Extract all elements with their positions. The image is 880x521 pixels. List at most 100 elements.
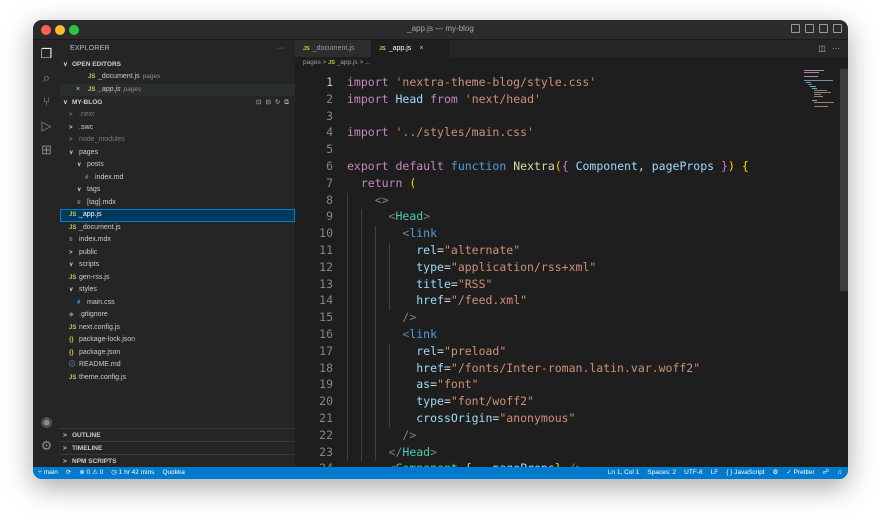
minimap[interactable] xyxy=(804,69,834,109)
project-section[interactable]: ∨ MY-BLOG ⊡ ⊟ ↻ ⧉ xyxy=(60,96,295,109)
extensions-icon[interactable]: ⊞ xyxy=(39,142,54,157)
code-line[interactable]: import '../styles/main.css' xyxy=(347,125,534,139)
toggle-sidebar-icon[interactable] xyxy=(791,24,800,33)
tree-file[interactable]: # index.md xyxy=(60,172,295,185)
tree-folder[interactable]: ∨ pages xyxy=(60,147,295,160)
timeline-section[interactable]: > TIMELINE xyxy=(60,441,295,454)
line-number: 19 xyxy=(319,377,333,392)
open-editor-item[interactable]: JS _document.js pages xyxy=(60,71,295,84)
more-actions-icon[interactable]: ··· xyxy=(832,44,840,53)
tree-folder[interactable]: ∨ tags xyxy=(60,184,295,197)
code-line[interactable]: import Head from 'next/head' xyxy=(347,92,541,106)
branch-status[interactable]: ⑂ main xyxy=(38,467,58,479)
collapse-all-icon[interactable]: ⧉ xyxy=(284,96,289,109)
tree-folder[interactable]: ∨ scripts xyxy=(60,259,295,272)
code-line[interactable]: href="/feed.xml" xyxy=(347,293,527,307)
new-folder-icon[interactable]: ⊟ xyxy=(265,96,270,109)
open-editor-folder: pages xyxy=(123,85,142,93)
manage-gear-icon[interactable]: ⚙ xyxy=(39,438,54,453)
code-line[interactable]: as="font" xyxy=(347,377,478,391)
code-line[interactable]: <link xyxy=(347,226,437,240)
code-line[interactable]: title="RSS" xyxy=(347,277,492,291)
breadcrumb-separator: > xyxy=(322,59,327,66)
tree-folder[interactable]: ∨ styles xyxy=(60,284,295,297)
problems-status[interactable]: ⊗ 0 ⚠ 0 xyxy=(79,467,103,479)
more-actions-icon[interactable]: ··· xyxy=(277,40,285,58)
tree-file[interactable]: JS next.config.js xyxy=(60,322,295,335)
source-control-icon[interactable]: ⑂ xyxy=(39,94,54,109)
code-editor[interactable]: 1 import 'nextra-theme-blog/style.css' 2 im… xyxy=(295,69,848,467)
tab-document-js[interactable]: JS _document.js xyxy=(295,40,371,57)
editor-scrollbar[interactable] xyxy=(840,69,848,291)
tree-file[interactable]: # main.css xyxy=(60,297,295,310)
extension-gear-icon[interactable]: ⚙ xyxy=(773,467,779,479)
explorer-files-icon[interactable]: ❐ xyxy=(39,46,54,61)
line-number: 13 xyxy=(319,276,333,291)
mdx-file-icon: ≡ xyxy=(69,237,73,243)
tree-file[interactable]: JS _document.js xyxy=(60,222,295,235)
code-line[interactable]: import 'nextra-theme-blog/style.css' xyxy=(347,75,596,89)
quokka-status[interactable]: Quokka xyxy=(162,467,184,479)
encoding-status[interactable]: UTF-8 xyxy=(684,467,702,479)
indentation-status[interactable]: Spaces: 2 xyxy=(647,467,676,479)
code-line[interactable]: href="/fonts/Inter-roman.latin.var.woff2… xyxy=(347,361,700,375)
breadcrumb-file[interactable]: _app.js xyxy=(337,59,358,66)
code-line[interactable]: <> xyxy=(347,193,389,207)
code-line[interactable]: /> xyxy=(347,310,416,324)
code-line[interactable]: /> xyxy=(347,428,416,442)
code-line[interactable]: return ( xyxy=(347,176,416,190)
open-editors-section[interactable]: ∨ OPEN EDITORS xyxy=(60,58,295,71)
tree-folder[interactable]: > node_modules xyxy=(60,134,295,147)
toggle-secondary-sidebar-icon[interactable] xyxy=(819,24,828,33)
cursor-position[interactable]: Ln 1, Col 1 xyxy=(608,467,639,479)
outline-section[interactable]: > OUTLINE xyxy=(60,428,295,441)
eol-status[interactable]: LF xyxy=(711,467,719,479)
run-debug-icon[interactable]: ▷ xyxy=(39,118,54,133)
readme-info-icon: ⓘ xyxy=(69,362,76,368)
tree-file[interactable]: ⓘ README.md xyxy=(60,359,295,372)
tree-file[interactable]: ≡ index.mdx xyxy=(60,234,295,247)
sync-icon[interactable]: ⟳ xyxy=(66,467,71,479)
feedback-icon[interactable]: ☍ xyxy=(823,467,830,479)
code-line[interactable]: type="font/woff2" xyxy=(347,394,534,408)
tree-folder[interactable]: > .next xyxy=(60,109,295,122)
breadcrumb-folder[interactable]: pages xyxy=(303,59,321,66)
tree-file-selected[interactable]: JS _app.js xyxy=(60,209,295,222)
tab-app-js[interactable]: JS _app.js × xyxy=(371,40,449,57)
tree-folder[interactable]: ∨ posts xyxy=(60,159,295,172)
code-line[interactable]: <link xyxy=(347,327,437,341)
toggle-panel-icon[interactable] xyxy=(805,24,814,33)
close-editor-icon[interactable]: × xyxy=(76,84,88,97)
tree-folder[interactable]: > .swc xyxy=(60,122,295,135)
notifications-bell-icon[interactable]: ♫ xyxy=(837,467,842,479)
search-icon[interactable]: ⌕ xyxy=(39,70,54,85)
tree-file[interactable]: {} package-lock.json xyxy=(60,334,295,347)
chevron-right-icon: > xyxy=(69,124,73,131)
language-mode[interactable]: { } JavaScript xyxy=(726,467,764,479)
time-tracker-status[interactable]: ◷ 1 hr 42 mins xyxy=(111,467,154,479)
tree-file[interactable]: ≡ [tag].mdx xyxy=(60,197,295,210)
open-editor-item[interactable]: × JS _app.js pages xyxy=(60,83,295,97)
new-file-icon[interactable]: ⊡ xyxy=(256,96,261,109)
npm-scripts-section[interactable]: > NPM SCRIPTS xyxy=(60,454,295,467)
prettier-status[interactable]: ✓ Prettier xyxy=(786,467,814,479)
tree-folder[interactable]: > public xyxy=(60,247,295,260)
code-line[interactable]: <Head> xyxy=(347,209,431,223)
customize-layout-icon[interactable] xyxy=(833,24,842,33)
code-line[interactable]: rel="alternate" xyxy=(347,243,520,257)
tree-file[interactable]: ◆ .gitignore xyxy=(60,309,295,322)
code-line[interactable]: crossOrigin="anonymous" xyxy=(347,411,575,425)
breadcrumb-tail[interactable]: > ... xyxy=(359,59,370,66)
tree-file[interactable]: {} package.json xyxy=(60,347,295,360)
tree-file[interactable]: JS theme.config.js xyxy=(60,372,295,385)
close-tab-icon[interactable]: × xyxy=(419,45,423,52)
code-line[interactable]: export default function Nextra({ Compone… xyxy=(347,159,749,173)
split-editor-icon[interactable]: ◫ xyxy=(818,44,826,53)
code-line[interactable]: </Head> xyxy=(347,445,438,459)
breadcrumb: pages > JS _app.js > ... xyxy=(295,57,848,69)
tree-file[interactable]: JS gen-rss.js xyxy=(60,272,295,285)
account-icon[interactable]: ◉ xyxy=(39,414,54,429)
code-line[interactable]: type="application/rss+xml" xyxy=(347,260,596,274)
code-line[interactable]: rel="preload" xyxy=(347,344,506,358)
refresh-icon[interactable]: ↻ xyxy=(275,96,280,109)
